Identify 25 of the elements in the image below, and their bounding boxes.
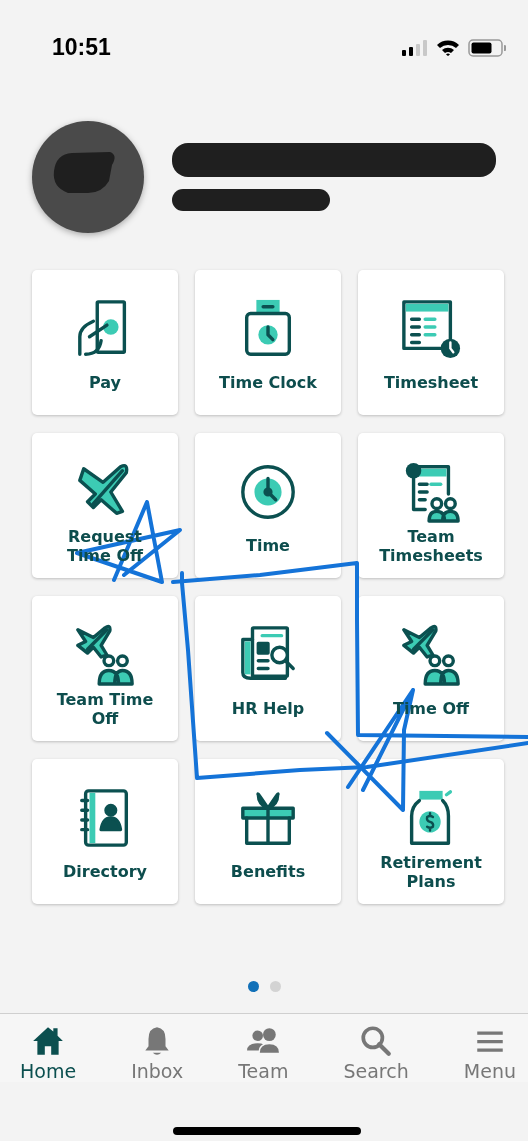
home-tab[interactable]: Home [20, 1024, 77, 1082]
search-icon [359, 1024, 394, 1058]
menu-tab[interactable]: Menu [463, 1024, 516, 1082]
team-timesheets-tile[interactable]: Team Timesheets [358, 433, 504, 578]
timesheet-icon [400, 298, 462, 360]
time-clock-tile[interactable]: Time Clock [195, 270, 341, 415]
hr-help-tile[interactable]: HR Help [195, 596, 341, 741]
team-tab[interactable]: Team [238, 1024, 289, 1082]
search-tab[interactable]: Search [343, 1024, 409, 1082]
benefits-tile[interactable]: Benefits [195, 759, 341, 904]
airplane-people-icon [74, 624, 136, 686]
team-time-off-tile[interactable]: Team Time Off [32, 596, 178, 741]
battery-icon [468, 38, 506, 57]
wifi-icon [436, 39, 460, 56]
page-indicator-dot[interactable] [269, 981, 281, 992]
inbox-tab[interactable]: Inbox [131, 1024, 184, 1082]
time-tile[interactable]: Time [195, 433, 341, 578]
status-time: 10:51 [52, 34, 111, 61]
signal-icon [402, 39, 428, 56]
page-indicator-dot[interactable] [247, 981, 259, 992]
airplane-people-icon [400, 624, 462, 686]
directory-tile[interactable]: Directory [32, 759, 178, 904]
retirement-plans-tile[interactable]: Retirement Plans [358, 759, 504, 904]
timesheet-tile[interactable]: Timesheet [358, 270, 504, 415]
pay-tile[interactable]: Pay [32, 270, 178, 415]
